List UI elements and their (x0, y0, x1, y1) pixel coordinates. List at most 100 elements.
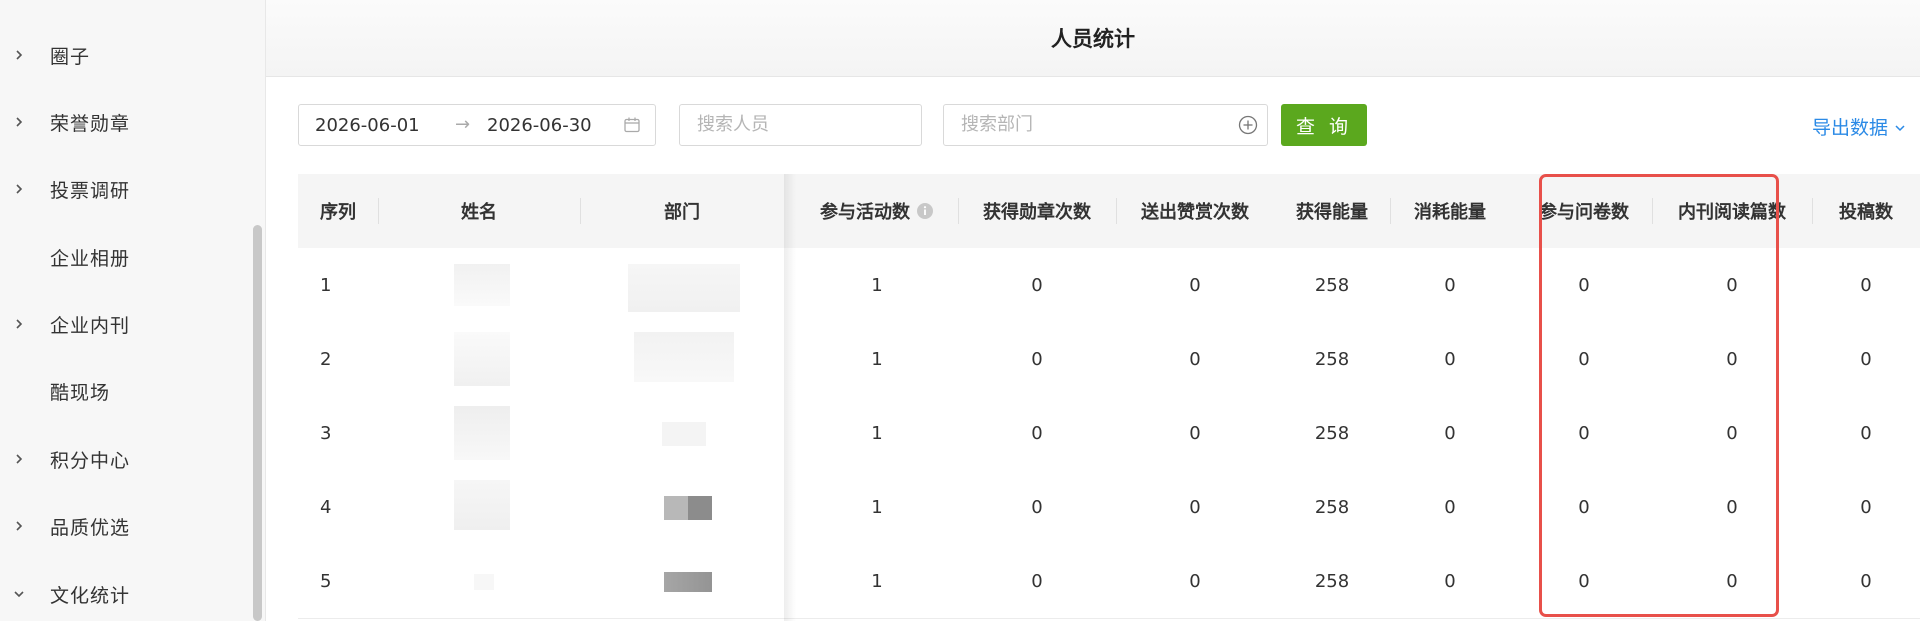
col-header-name: 姓名 (461, 202, 497, 223)
chevron-right-icon (12, 317, 26, 331)
sidebar-item-live-scene[interactable]: 酷现场 (0, 371, 250, 411)
cell-submissions: 0 (1860, 274, 1872, 296)
cell-praises: 0 (1189, 274, 1201, 296)
col-header-dept: 部门 (664, 202, 700, 223)
page-header: 人员统计 (266, 0, 1920, 77)
chevron-down-icon (1894, 116, 1906, 138)
redacted-name (474, 574, 494, 590)
sidebar-item-company-journal[interactable]: 企业内刊 (0, 304, 250, 344)
cell-praises: 0 (1189, 570, 1201, 592)
cell-submissions: 0 (1860, 422, 1872, 444)
export-data-label: 导出数据 (1812, 117, 1889, 139)
cell-activities: 1 (871, 348, 883, 370)
cell-praises: 0 (1189, 496, 1201, 518)
cell-energy-gained: 258 (1314, 422, 1350, 444)
cell-energy-used: 0 (1444, 274, 1456, 296)
chevron-right-icon (12, 115, 26, 129)
search-dept-field[interactable] (943, 104, 1268, 146)
add-circle-icon[interactable] (1238, 115, 1258, 140)
sidebar-nav: 圈子 荣誉勋章 投票调研 企业相册 企业内刊 酷现场 积分中心 品质优选 文化统… (0, 0, 266, 621)
col-header-medals: 获得勋章次数 (983, 202, 1091, 223)
search-person-field[interactable] (679, 104, 922, 146)
col-header-activities: 参与活动数 (796, 174, 958, 248)
cell-energy-gained: 258 (1314, 496, 1350, 518)
sidebar-item-label: 企业内刊 (50, 314, 131, 337)
search-dept-input[interactable] (959, 113, 1222, 136)
cell-index: 2 (320, 348, 332, 370)
sidebar-item-vote-survey[interactable]: 投票调研 (0, 169, 250, 209)
cell-medals: 0 (1031, 496, 1043, 518)
date-range-arrow: → (455, 114, 471, 135)
cell-medals: 0 (1031, 348, 1043, 370)
cell-energy-gained: 258 (1314, 274, 1350, 296)
query-button[interactable]: 查 询 (1281, 104, 1367, 146)
cell-energy-used: 0 (1444, 348, 1456, 370)
date-range-picker[interactable]: 2026-06-01 → 2026-06-30 (298, 104, 656, 146)
sidebar-item-label: 品质优选 (50, 516, 131, 539)
sidebar-item-quality-picks[interactable]: 品质优选 (0, 506, 250, 546)
redacted-name (454, 406, 510, 460)
calendar-icon[interactable] (623, 116, 641, 139)
sidebar-item-label: 企业相册 (50, 247, 131, 270)
redacted-dept-block (688, 496, 712, 520)
cell-medals: 0 (1031, 570, 1043, 592)
sidebar-item-label: 投票调研 (50, 179, 131, 202)
chevron-right-icon (12, 519, 26, 533)
fixed-column-shadow (784, 174, 796, 621)
sidebar-item-circle[interactable]: 圈子 (0, 35, 250, 75)
chevron-right-icon (12, 182, 26, 196)
chevron-right-icon (12, 452, 26, 466)
date-end[interactable]: 2026-06-30 (487, 115, 592, 136)
cell-activities: 1 (871, 422, 883, 444)
sidebar-item-points-center[interactable]: 积分中心 (0, 439, 250, 479)
redacted-dept (664, 496, 688, 520)
export-data-link[interactable]: 导出数据 (1812, 113, 1906, 140)
col-header-energy-used: 消耗能量 (1414, 202, 1486, 223)
chevron-down-icon (12, 587, 26, 601)
redacted-name (454, 480, 510, 530)
cell-submissions: 0 (1860, 348, 1872, 370)
date-start[interactable]: 2026-06-01 (315, 115, 420, 136)
chevron-right-icon (12, 48, 26, 62)
sidebar-item-label: 荣誉勋章 (50, 112, 131, 135)
col-header-praises: 送出赞赏次数 (1141, 202, 1249, 223)
redacted-name (454, 332, 510, 386)
page-title: 人员统计 (1051, 27, 1135, 51)
cell-index: 4 (320, 496, 332, 518)
sidebar-item-label: 积分中心 (50, 449, 131, 472)
cell-activities: 1 (871, 496, 883, 518)
col-header-index: 序列 (320, 202, 356, 223)
cell-energy-gained: 258 (1314, 348, 1350, 370)
sidebar-item-honor-medals[interactable]: 荣誉勋章 (0, 102, 250, 142)
cell-submissions: 0 (1860, 570, 1872, 592)
cell-index: 5 (320, 570, 332, 592)
sidebar-item-culture-stats[interactable]: 文化统计 (0, 574, 250, 614)
sidebar-item-label: 圈子 (50, 45, 91, 68)
sidebar-item-company-album[interactable]: 企业相册 (0, 237, 250, 277)
energy-columns-highlight (1539, 174, 1779, 617)
search-person-input[interactable] (695, 113, 892, 136)
col-header-submissions: 投稿数 (1839, 202, 1893, 223)
redacted-dept (634, 332, 734, 382)
cell-activities: 1 (871, 570, 883, 592)
sidebar-item-label: 文化统计 (50, 584, 131, 607)
col-header-activities-label: 参与活动数 (820, 202, 910, 223)
sidebar-scrollbar[interactable] (253, 225, 262, 621)
cell-medals: 0 (1031, 274, 1043, 296)
cell-activities: 1 (871, 274, 883, 296)
col-header-energy-gained: 获得能量 (1296, 202, 1368, 223)
cell-energy-gained: 258 (1314, 570, 1350, 592)
cell-medals: 0 (1031, 422, 1043, 444)
redacted-dept (628, 264, 740, 312)
redacted-dept (662, 422, 706, 446)
cell-praises: 0 (1189, 422, 1201, 444)
cell-index: 3 (320, 422, 332, 444)
cell-energy-used: 0 (1444, 496, 1456, 518)
info-icon[interactable] (916, 202, 934, 220)
redacted-dept (664, 572, 712, 592)
main-content: 人员统计 2026-06-01 → 2026-06-30 查 询 导出数据 序列… (266, 0, 1920, 621)
sidebar-item-label: 酷现场 (50, 381, 111, 404)
redacted-name (454, 264, 510, 306)
cell-praises: 0 (1189, 348, 1201, 370)
cell-index: 1 (320, 274, 332, 296)
